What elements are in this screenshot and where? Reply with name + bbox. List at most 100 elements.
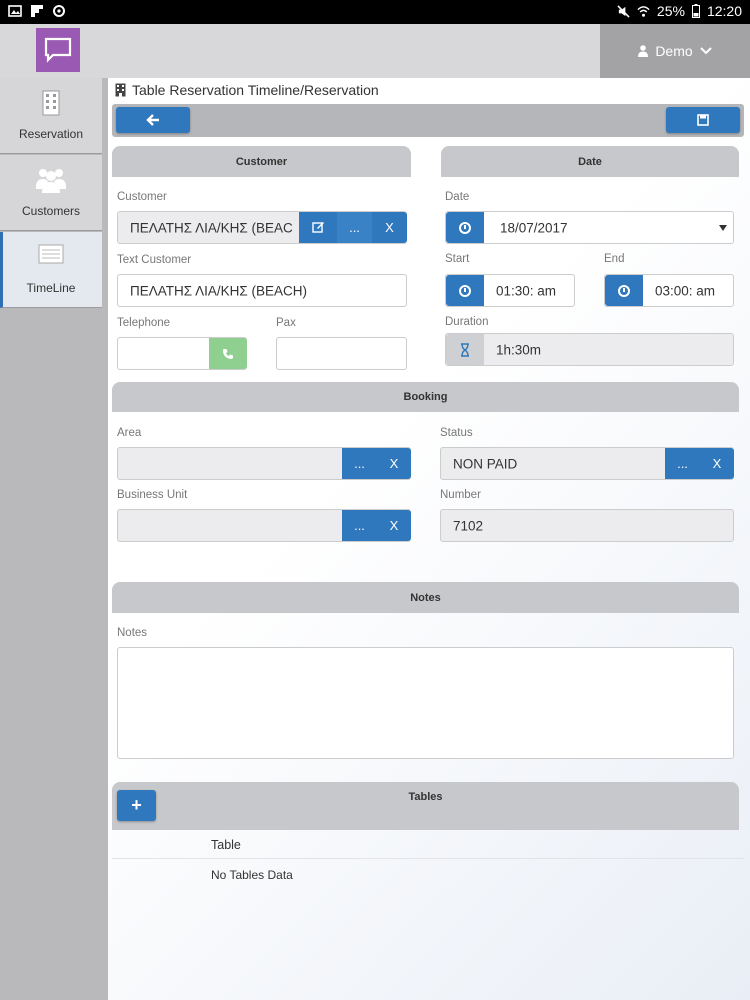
pax-label: Pax [276, 317, 296, 329]
clock-icon [459, 221, 471, 234]
business-unit-label: Business Unit [117, 489, 188, 501]
users-icon [36, 169, 66, 193]
number-label: Number [440, 489, 481, 501]
duration-addon [446, 334, 484, 365]
user-name: Demo [655, 43, 693, 59]
save-icon [697, 114, 709, 126]
area-field[interactable]: ... X [117, 447, 411, 480]
phone-icon [223, 348, 233, 359]
user-menu[interactable]: Demo [600, 24, 750, 78]
text-customer-label: Text Customer [117, 254, 192, 266]
status-clear-button[interactable]: X [700, 448, 734, 479]
end-time-value: 03:00: am [655, 283, 716, 298]
start-time-button[interactable] [446, 275, 484, 306]
customer-more-button[interactable]: ... [337, 212, 372, 243]
sidebar-item-label: Reservation [18, 127, 84, 141]
sync-icon [53, 5, 65, 17]
app-logo[interactable] [36, 28, 80, 72]
duration-field: 1h:30m [445, 333, 734, 366]
list-icon [38, 244, 63, 264]
battery-icon [691, 4, 700, 18]
number-value: 7102 [453, 518, 484, 533]
area-more-button[interactable]: ... [342, 448, 377, 479]
customer-section-header: Customer [112, 146, 411, 177]
date-calendar-button[interactable] [446, 212, 484, 243]
start-time-value: 01:30: am [496, 283, 557, 298]
image-icon [8, 5, 22, 17]
business-unit-more-button[interactable]: ... [342, 510, 377, 541]
notification-icons [8, 4, 66, 18]
status-value: NON PAID [453, 456, 518, 471]
back-button[interactable] [116, 107, 190, 133]
toolbar [112, 104, 744, 137]
table-column-header: Table [211, 838, 241, 852]
table-divider [112, 858, 744, 859]
customer-label: Customer [117, 191, 167, 203]
status-field[interactable]: NON PAID ... X [440, 447, 734, 480]
clock-icon [618, 284, 630, 297]
date-section-header: Date [441, 146, 739, 177]
booking-section-header: Booking [112, 382, 739, 412]
area-clear-button[interactable]: X [377, 448, 411, 479]
pax-input[interactable] [276, 337, 407, 370]
status-more-button[interactable]: ... [665, 448, 700, 479]
caret-down-icon [719, 225, 727, 231]
notes-textarea[interactable] [117, 647, 734, 759]
page-title-text: Table Reservation Timeline/Reservation [132, 82, 379, 98]
chevron-down-icon [699, 47, 712, 55]
area-label: Area [117, 427, 142, 439]
sidebar-item-timeline[interactable]: TimeLine [0, 232, 102, 308]
end-time-input[interactable]: 03:00: am [604, 274, 734, 307]
date-value: 18/07/2017 [500, 220, 568, 235]
business-unit-clear-button[interactable]: X [377, 510, 411, 541]
edit-icon [311, 222, 324, 233]
tables-section-header: Tables [112, 782, 739, 830]
customer-field[interactable]: ΠΕΛΑΤΗΣ ΛΙΑ/ΚΗΣ (BEAC ... X [117, 211, 407, 244]
duration-value: 1h:30m [496, 342, 542, 357]
sidebar-item-customers[interactable]: Customers [0, 155, 102, 231]
clock-icon [459, 284, 471, 297]
text-customer-value: ΠΕΛΑΤΗΣ ΛΙΑ/ΚΗΣ (BEACH) [130, 283, 307, 298]
building-icon [42, 90, 60, 116]
end-time-button[interactable] [605, 275, 643, 306]
date-picker[interactable]: 18/07/2017 [445, 211, 734, 244]
sidebar-item-reservation[interactable]: Reservation [0, 78, 102, 154]
user-icon [638, 45, 649, 57]
status-label: Status [440, 427, 473, 439]
customer-value: ΠΕΛΑΤΗΣ ΛΙΑ/ΚΗΣ (BEAC [130, 220, 293, 235]
system-icons: 25% 12:20 [617, 3, 742, 19]
empty-tables-text: No Tables Data [211, 868, 293, 882]
sidebar-item-label: TimeLine [26, 281, 76, 295]
end-label: End [604, 253, 625, 265]
notes-label: Notes [117, 627, 148, 639]
flipboard-icon [31, 5, 43, 17]
sidebar-item-label: Customers [21, 204, 80, 218]
duration-label: Duration [445, 316, 489, 328]
customer-clear-button[interactable]: X [372, 212, 407, 243]
clock-time: 12:20 [706, 3, 742, 19]
telephone-input[interactable] [117, 337, 247, 370]
mute-icon [617, 4, 630, 18]
wifi-icon [637, 5, 650, 17]
add-table-button[interactable]: + [117, 790, 156, 821]
start-label: Start [445, 253, 470, 265]
start-time-input[interactable]: 01:30: am [445, 274, 575, 307]
text-customer-input[interactable]: ΠΕΛΑΤΗΣ ΛΙΑ/ΚΗΣ (BEACH) [117, 274, 407, 307]
notes-section-header: Notes [112, 582, 739, 613]
battery-percent: 25% [656, 3, 685, 19]
edit-customer-button[interactable] [299, 212, 337, 243]
main-content: Table Reservation Timeline/Reservation C… [108, 78, 750, 1000]
save-button[interactable] [666, 107, 740, 133]
chat-icon [44, 37, 72, 63]
building-icon [115, 83, 126, 97]
business-unit-field[interactable]: ... X [117, 509, 411, 542]
date-label: Date [445, 191, 470, 203]
page-title: Table Reservation Timeline/Reservation [115, 82, 379, 98]
status-bar: 25% 12:20 [0, 0, 750, 24]
number-field: 7102 [440, 509, 734, 542]
hourglass-icon [461, 342, 469, 357]
call-button[interactable] [209, 338, 247, 369]
app-header: Demo [0, 24, 750, 78]
arrow-left-icon [146, 114, 159, 126]
sidebar: Reservation Customers TimeLine [0, 78, 108, 1000]
